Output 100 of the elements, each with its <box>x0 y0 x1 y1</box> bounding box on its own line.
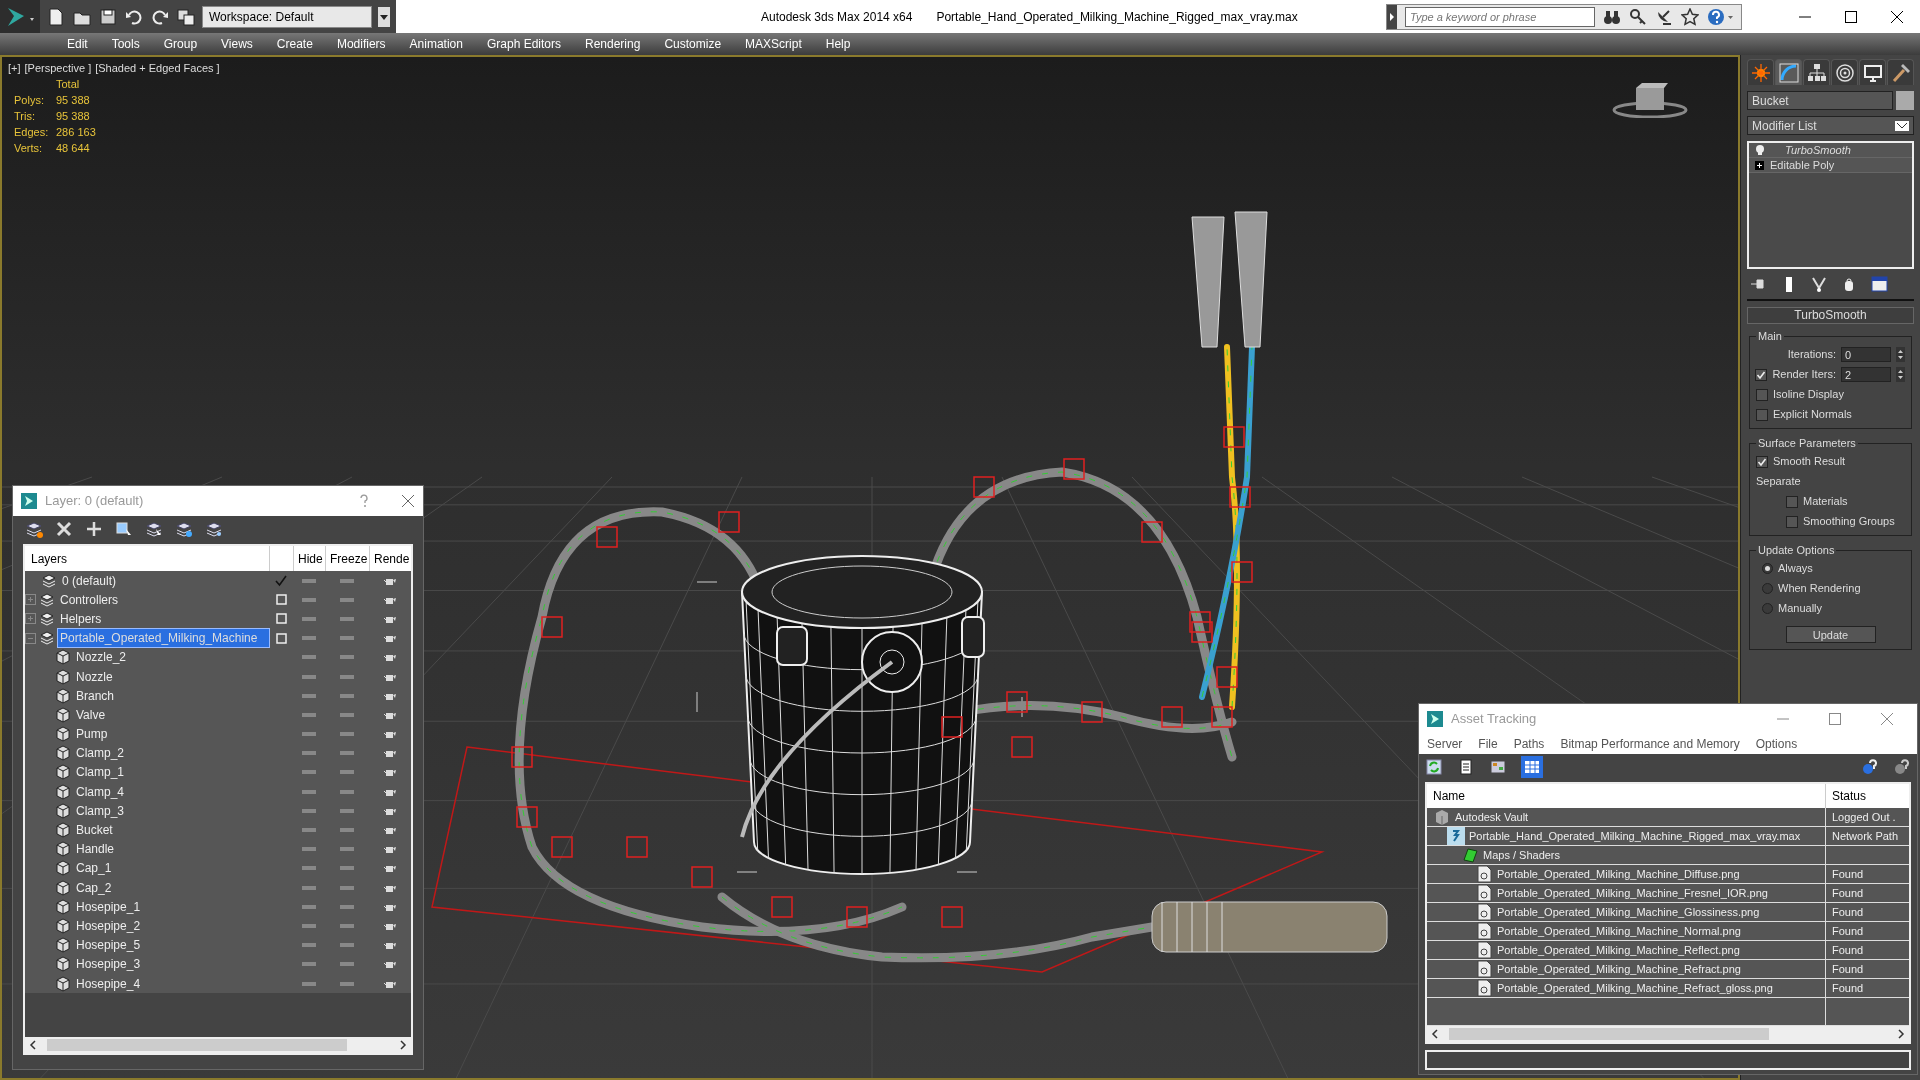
utilities-tab[interactable] <box>1887 59 1914 85</box>
object-name[interactable]: Clamp_3 <box>74 801 127 820</box>
checkbox-label[interactable]: Smoothing Groups <box>1803 513 1895 530</box>
key-icon[interactable] <box>1629 7 1647 26</box>
checkbox[interactable] <box>1756 408 1768 421</box>
workspace-dropdown[interactable]: Workspace: Default <box>202 5 372 28</box>
update-button[interactable]: Update <box>1785 625 1876 643</box>
scroll-left-icon[interactable] <box>1431 1029 1439 1039</box>
radio-button[interactable] <box>1762 583 1773 594</box>
menu-item[interactable]: Rendering <box>573 35 653 53</box>
project-folder-icon[interactable] <box>176 6 196 27</box>
object-name[interactable]: Nozzle_2 <box>74 648 129 667</box>
light-bulb-icon[interactable] <box>1755 144 1765 156</box>
satellite-dish-icon[interactable] <box>1655 7 1673 26</box>
scroll-right-icon[interactable] <box>399 1040 407 1050</box>
table-view-icon[interactable] <box>1521 756 1543 778</box>
rollout-header[interactable]: TurboSmooth <box>1747 307 1914 324</box>
highlight-layer-icon[interactable] <box>175 520 193 538</box>
search-field[interactable]: Type a keyword or phrase <box>1405 6 1595 27</box>
refresh-icon[interactable] <box>1425 758 1443 776</box>
radio-button[interactable] <box>1762 563 1773 574</box>
display-tab[interactable] <box>1859 59 1886 85</box>
thumbnail-view-icon[interactable] <box>1489 758 1507 776</box>
radio-label[interactable]: Always <box>1778 560 1813 577</box>
asset-name[interactable]: Autodesk Vault <box>1455 808 1529 826</box>
create-tab[interactable] <box>1747 59 1774 85</box>
menu-item[interactable]: Server <box>1427 735 1463 753</box>
layer-name[interactable]: Helpers <box>58 609 104 628</box>
help-icon[interactable] <box>1707 7 1735 26</box>
menu-item[interactable]: Customize <box>652 35 734 53</box>
object-name[interactable]: Hosepipe_3 <box>74 955 143 974</box>
checkbox[interactable] <box>1786 515 1798 528</box>
spinner-arrows-icon[interactable] <box>1896 367 1905 382</box>
object-name[interactable]: Handle <box>74 840 117 859</box>
menu-item[interactable]: Animation <box>397 35 475 53</box>
object-color-swatch[interactable] <box>1896 91 1914 110</box>
expand-icon[interactable] <box>1755 160 1764 170</box>
object-name[interactable]: Branch <box>74 686 117 705</box>
layer-checkbox[interactable] <box>275 613 287 625</box>
menu-item[interactable]: Create <box>264 35 325 53</box>
radio-button[interactable] <box>1762 603 1773 614</box>
new-layer-icon[interactable] <box>25 520 43 538</box>
checkbox[interactable] <box>1786 495 1798 508</box>
object-name[interactable]: Cap_2 <box>74 878 114 897</box>
object-name[interactable]: Hosepipe_2 <box>74 916 143 935</box>
configure-sets-icon[interactable] <box>1870 275 1888 293</box>
save-icon[interactable] <box>98 6 118 27</box>
menu-item[interactable]: Help <box>813 35 863 53</box>
object-name[interactable]: Clamp_4 <box>74 782 127 801</box>
checkbox-label[interactable]: Explicit Normals <box>1773 406 1852 423</box>
delete-icon[interactable] <box>55 520 73 538</box>
object-name[interactable]: Hosepipe_1 <box>74 897 143 916</box>
hide-all-icon[interactable] <box>205 520 223 538</box>
menu-item[interactable]: Graph Editors <box>474 35 573 53</box>
asset-name[interactable]: Portable_Operated_Milking_Machine_Normal.png <box>1497 922 1741 940</box>
scroll-left-icon[interactable] <box>29 1040 37 1050</box>
object-name[interactable]: Hosepipe_5 <box>74 936 143 955</box>
viewport-label[interactable]: [Shaded + Edged Faces ] <box>95 60 220 77</box>
spinner-field[interactable]: 0 <box>1841 347 1891 362</box>
column-header[interactable]: Status <box>1825 784 1909 808</box>
viewport-label[interactable]: [+] <box>8 60 21 77</box>
object-name[interactable]: Valve <box>74 705 108 724</box>
horizontal-scrollbar[interactable] <box>25 1037 411 1053</box>
menu-item[interactable]: Group <box>151 35 210 53</box>
hierarchy-tab[interactable] <box>1803 59 1830 85</box>
layer-name[interactable]: 0 (default) <box>60 571 119 590</box>
checkbox[interactable] <box>1755 368 1768 381</box>
radio-label[interactable]: Manually <box>1778 600 1823 617</box>
object-name-field[interactable]: Bucket <box>1747 91 1893 110</box>
menu-item[interactable]: Bitmap Performance and Memory <box>1560 735 1740 753</box>
horizontal-scrollbar[interactable] <box>1427 1026 1909 1042</box>
menu-item[interactable]: Views <box>209 35 265 53</box>
menu-item[interactable]: Edit <box>55 35 100 53</box>
menu-item[interactable]: MAXScript <box>733 35 814 53</box>
motion-tab[interactable] <box>1831 59 1858 85</box>
object-name[interactable]: Pump <box>74 725 110 744</box>
select-objects-icon[interactable] <box>115 520 133 538</box>
help-icon[interactable] <box>1861 758 1879 776</box>
current-layer-checkmark[interactable] <box>275 574 287 587</box>
add-icon[interactable] <box>85 520 103 538</box>
layer-name[interactable]: Portable_Operated_Milking_Machine <box>58 629 269 648</box>
select-layer-icon[interactable] <box>145 520 163 538</box>
checkbox-label[interactable]: Isoline Display <box>1773 386 1844 403</box>
help-icon[interactable] <box>1893 758 1911 776</box>
menu-item[interactable]: Options <box>1755 735 1798 753</box>
asset-name[interactable]: Portable_Operated_Milking_Machine_Diffuse.png <box>1497 865 1740 883</box>
layer-checkbox[interactable] <box>275 594 287 606</box>
object-name[interactable]: Bucket <box>74 821 115 840</box>
object-name[interactable]: Clamp_1 <box>74 763 127 782</box>
layer-name[interactable]: Controllers <box>58 590 121 609</box>
checkbox[interactable] <box>1756 388 1768 401</box>
object-name[interactable]: Cap_1 <box>74 859 114 878</box>
menu-item[interactable]: Paths <box>1513 735 1545 753</box>
menu-item[interactable]: Tools <box>99 35 152 53</box>
radio-label[interactable]: When Rendering <box>1778 580 1861 597</box>
list-view-icon[interactable] <box>1457 758 1475 776</box>
new-file-icon[interactable] <box>46 6 66 27</box>
viewcube-icon[interactable] <box>1612 82 1688 118</box>
checkbox-label[interactable]: Smooth Result <box>1773 453 1846 470</box>
column-header[interactable]: Layers <box>25 546 269 571</box>
